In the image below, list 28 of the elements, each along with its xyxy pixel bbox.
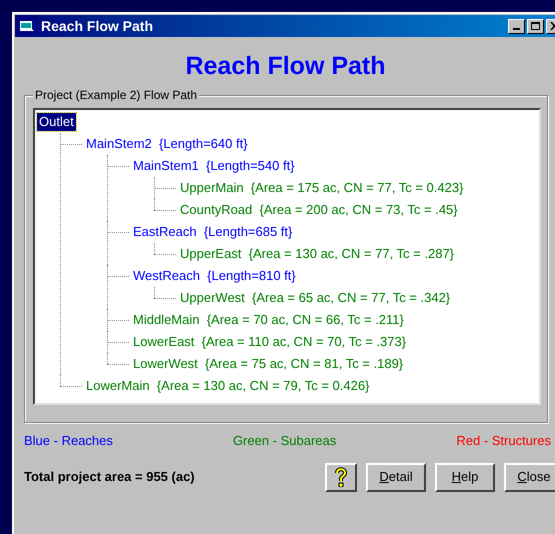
tree-item[interactable]: LowerEast {Area = 110 ac, CN = 70, Tc = .373}	[131, 333, 408, 351]
help-button[interactable]	[325, 462, 357, 492]
group-label: Project (Example 2) Flow Path	[33, 87, 200, 103]
tree-item[interactable]: LowerWest {Area = 75 ac, CN = 81, Tc = .189}	[131, 355, 406, 373]
dialog-button[interactable]: Close	[504, 462, 555, 492]
minimize-button[interactable]	[508, 18, 525, 34]
maximize-button[interactable]	[527, 18, 544, 34]
tree-item[interactable]: LowerMain {Area = 130 ac, CN = 79, Tc = 0.426}	[84, 377, 372, 395]
tree-item[interactable]: EastReach {Length=685 ft}	[131, 223, 294, 241]
total-area: Total project area = 955 (ac)	[24, 467, 195, 487]
dialog-button[interactable]: Help	[435, 462, 495, 492]
tree-item[interactable]: MiddleMain {Area = 70 ac, CN = 66, Tc = .211}	[131, 311, 406, 329]
question-mark-icon	[334, 467, 348, 487]
heading: Reach Flow Path	[185, 51, 386, 81]
legend-label: Blue - Reaches	[24, 432, 113, 450]
tree-item[interactable]: MainStem1 {Length=540 ft}	[131, 157, 297, 175]
tree-item[interactable]: CountyRoad {Area = 200 ac, CN = 73, Tc = .45}	[178, 201, 460, 219]
tree-item[interactable]: MainStem2 {Length=640 ft}	[84, 135, 250, 153]
legend-label: Red - Structures	[456, 432, 551, 450]
window-icon	[19, 19, 35, 33]
window-title: Reach Flow Path	[41, 16, 154, 36]
tree-item[interactable]: WestReach {Length=810 ft}	[131, 267, 298, 285]
tree-item[interactable]: Outlet	[37, 113, 76, 131]
tree-item[interactable]: UpperEast {Area = 130 ac, CN = 77, Tc = .287}	[178, 245, 456, 263]
dialog-button[interactable]: Detail	[366, 462, 426, 492]
legend-label: Green - Subareas	[232, 432, 336, 450]
tree-item[interactable]: UpperMain {Area = 175 ac, CN = 77, Tc = 0.423}	[178, 179, 466, 197]
tree-item[interactable]: UpperWest {Area = 65 ac, CN = 77, Tc = .342}	[178, 289, 452, 307]
